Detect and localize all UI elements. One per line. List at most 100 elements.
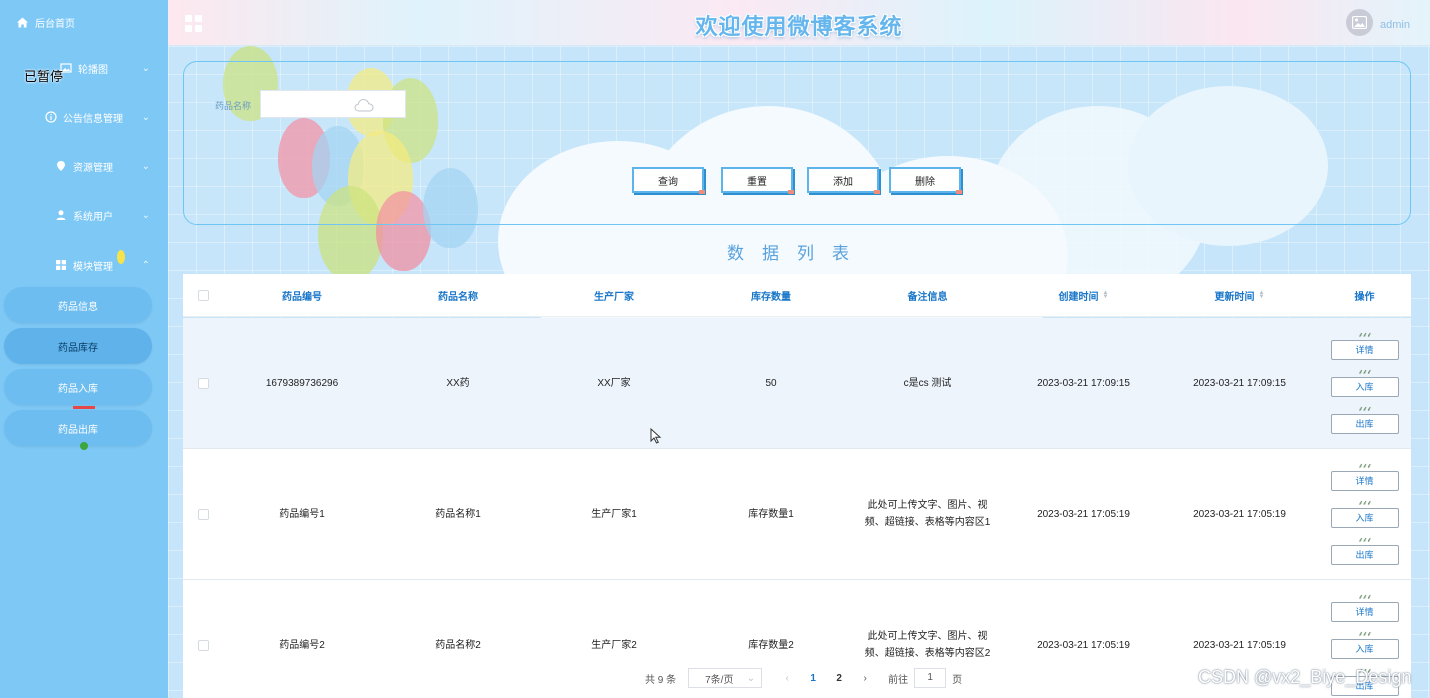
sidebar-item-label: 模块管理 <box>73 261 113 273</box>
cell-created: 2023-03-21 17:05:19 <box>1037 508 1130 520</box>
home-icon <box>16 16 29 29</box>
cell-name: XX药 <box>446 377 470 389</box>
sidebar-item-resource[interactable]: 资源管理 ⌄ <box>0 151 168 181</box>
leaf-decoration-icon: ⸙⸙⸙ <box>1358 500 1372 507</box>
cell-name: 药品名称1 <box>435 508 481 520</box>
cell-stock: 库存数量1 <box>748 508 794 520</box>
total-count: 共 9 条 <box>645 674 677 686</box>
chevron-down-icon: ⌄ <box>141 111 150 123</box>
goto-prefix: 前往 <box>888 674 909 686</box>
column-header: 生产厂家 <box>594 291 634 303</box>
detail-button[interactable]: 详情 <box>1330 602 1399 622</box>
stock-in-button[interactable]: 入库 <box>1330 639 1399 659</box>
list-title: 数据列表 <box>727 244 867 263</box>
sidebar-item-notice[interactable]: 公告信息管理 ⌄ <box>0 102 168 132</box>
row-actions: ⸙⸙⸙ 详情 ⸙⸙⸙ 入库 ⸙⸙⸙ 出库 <box>1318 331 1411 435</box>
table-row[interactable]: 1679389736296 XX药 XX厂家 50 c是cs 测试 2023-0… <box>183 318 1411 449</box>
sidebar-item-label: 公告信息管理 <box>63 113 123 125</box>
reset-button[interactable]: 重置 <box>721 167 794 194</box>
stock-in-button[interactable]: 入库 <box>1330 377 1399 397</box>
row-select-cell <box>183 639 223 651</box>
query-button[interactable]: 查询 <box>632 167 705 194</box>
sidebar-item-users[interactable]: 系统用户 ⌄ <box>0 200 168 230</box>
leaf-decoration-icon: ⸙⸙⸙ <box>1358 369 1372 376</box>
column-header-updated[interactable]: 更新时间 ▲ ▼ <box>1161 288 1318 303</box>
cell-note: c是cs 测试 <box>903 377 952 389</box>
prev-page-icon[interactable]: ‹ <box>774 673 800 684</box>
drug-name-search-input[interactable] <box>260 90 406 118</box>
button-label: 添加 <box>833 176 853 188</box>
leaf-decoration-icon: ⸙⸙⸙ <box>1358 594 1372 601</box>
page-number-1[interactable]: 1 <box>800 673 826 684</box>
pagination: 共 9 条 7条/页 ⌄ ‹ 1 2 › 前往 1 页 <box>645 668 962 688</box>
action-wrapper: ⸙⸙⸙ 出库 <box>1330 405 1399 435</box>
leaf-decoration-icon: ⸙⸙⸙ <box>1358 463 1372 470</box>
page-number-2[interactable]: 2 <box>826 673 852 684</box>
next-page-icon[interactable]: › <box>852 673 878 684</box>
chevron-down-icon: ⌄ <box>141 160 150 172</box>
row-checkbox[interactable] <box>197 508 209 520</box>
leaf-decoration-icon: ⸙⸙⸙ <box>1358 332 1372 339</box>
delete-button[interactable]: 删除 <box>889 167 962 194</box>
action-wrapper: ⸙⸙⸙ 详情 <box>1330 593 1399 623</box>
sidebar-item-home[interactable]: 后台首页 <box>0 0 168 44</box>
button-label: 删除 <box>915 176 935 188</box>
goto-page-input[interactable]: 1 <box>914 668 947 688</box>
paused-overlay-label: 已暂停 <box>24 69 64 84</box>
action-wrapper: ⸙⸙⸙ 详情 <box>1330 331 1399 361</box>
cell-updated: 2023-03-21 17:05:19 <box>1193 508 1286 520</box>
column-header-label: 创建时间 <box>1058 291 1099 303</box>
cell-maker: 生产厂家2 <box>591 639 637 651</box>
action-wrapper: ⸙⸙⸙ 入库 <box>1330 630 1399 660</box>
cloud-icon <box>354 98 374 112</box>
cell-note: 此处可上传文字、图片、视频、超链接、表格等内容区2 <box>864 631 991 659</box>
info-icon <box>45 111 57 123</box>
mouse-cursor-icon <box>650 428 662 444</box>
button-label: 重置 <box>747 176 767 188</box>
detail-button[interactable]: 详情 <box>1330 340 1399 360</box>
add-button[interactable]: 添加 <box>807 167 880 194</box>
submenu-drug-stock[interactable]: 药品库存 <box>4 328 152 364</box>
sort-icon[interactable]: ▲ ▼ <box>1259 290 1265 300</box>
decoration-leaf <box>117 250 125 264</box>
submenu-label: 药品库存 <box>58 342 98 354</box>
select-all-checkbox[interactable] <box>197 289 209 301</box>
column-header-created[interactable]: 创建时间 ▲ ▼ <box>1006 288 1161 303</box>
row-select-cell <box>183 508 223 520</box>
page-size-value: 7条/页 <box>705 674 734 686</box>
row-checkbox[interactable] <box>197 377 209 389</box>
user-icon <box>55 209 67 221</box>
action-wrapper: ⸙⸙⸙ 入库 <box>1330 368 1399 398</box>
cell-stock: 50 <box>765 377 777 389</box>
image-icon <box>1352 16 1367 29</box>
decoration-dot <box>80 442 88 450</box>
top-header: 欢迎使用微博客系统 admin <box>168 0 1430 46</box>
select-all-cell <box>183 289 223 301</box>
stock-out-button[interactable]: 出库 <box>1330 545 1399 565</box>
sort-icon[interactable]: ▲ ▼ <box>1103 290 1109 300</box>
detail-button[interactable]: 详情 <box>1330 471 1399 491</box>
username[interactable]: admin <box>1380 19 1410 31</box>
row-checkbox[interactable] <box>197 639 209 651</box>
column-header: 操作 <box>1354 291 1375 303</box>
chevron-down-icon: ⌄ <box>141 62 150 74</box>
page-size-select[interactable]: 7条/页 ⌄ <box>688 668 763 688</box>
column-header: 备注信息 <box>907 291 948 303</box>
cell-maker: XX厂家 <box>597 377 631 389</box>
stock-in-button[interactable]: 入库 <box>1330 508 1399 528</box>
cell-note: 此处可上传文字、图片、视频、超链接、表格等内容区1 <box>864 500 991 528</box>
watermark: CSDN @vx2_Biye_Design <box>1198 667 1412 687</box>
action-wrapper: ⸙⸙⸙ 详情 <box>1330 462 1399 492</box>
sidebar-item-label: 轮播图 <box>78 64 108 76</box>
cell-maker: 生产厂家1 <box>591 508 637 520</box>
avatar[interactable] <box>1346 9 1373 36</box>
submenu-drug-in[interactable]: 药品入库 <box>4 369 152 405</box>
submenu-drug-info[interactable]: 药品信息 <box>4 287 152 323</box>
table-row[interactable]: 药品编号1 药品名称1 生产厂家1 库存数量1 此处可上传文字、图片、视频、超链… <box>183 449 1411 580</box>
submenu-drug-out[interactable]: 药品出库 <box>4 410 152 446</box>
location-icon <box>55 160 67 172</box>
leaf-decoration-icon: ⸙⸙⸙ <box>1358 631 1372 638</box>
sidebar-item-modules[interactable]: 模块管理 ⌃ <box>0 250 168 280</box>
cell-stock: 库存数量2 <box>748 639 794 651</box>
stock-out-button[interactable]: 出库 <box>1330 414 1399 434</box>
